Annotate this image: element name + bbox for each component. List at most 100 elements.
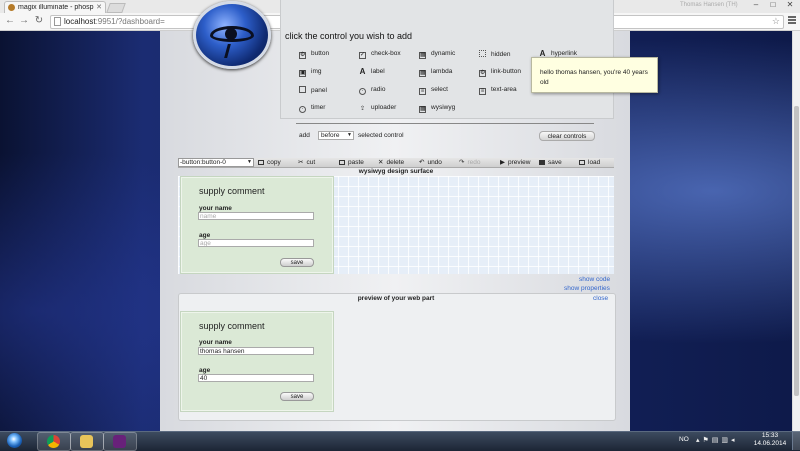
cut-button[interactable]: ✂ cut	[298, 158, 315, 167]
show-properties-link[interactable]: show properties	[564, 285, 610, 292]
control-label: text-area	[491, 86, 517, 93]
page-icon	[54, 17, 61, 26]
control-label: select	[431, 86, 448, 93]
control-label: hyperlink	[551, 50, 578, 57]
add-timer-control[interactable]: · timer	[299, 104, 325, 113]
profile-label[interactable]: Thomas Hansen (TH)	[680, 2, 738, 8]
back-icon[interactable]: ←	[4, 15, 16, 27]
greeting-tooltip: hello thomas hansen, you're 40 years old	[531, 57, 658, 93]
grid-icon: ▦	[419, 52, 426, 59]
show-desktop-button[interactable]	[792, 431, 800, 450]
printer-icon[interactable]: ▤	[712, 437, 722, 444]
load-label: load	[588, 159, 601, 166]
design-save-button[interactable]: save	[280, 258, 314, 267]
tray-icons[interactable]: ▴⚑▤▥◂	[696, 436, 738, 444]
copy-icon	[258, 159, 264, 165]
design-name-input[interactable]: name	[198, 212, 314, 220]
add-select-control[interactable]: ≡ select	[419, 86, 448, 95]
add-label-control[interactable]: Alabel	[359, 68, 385, 76]
start-button[interactable]	[2, 431, 28, 450]
undo-icon: ↶	[419, 159, 425, 166]
add-label: add	[299, 132, 310, 139]
control-label: link-button	[491, 68, 521, 75]
load-button[interactable]: load	[579, 158, 600, 167]
add-img-control[interactable]: ▣ img	[299, 68, 321, 77]
add-checkbox-control[interactable]: ✓ check-box	[359, 50, 401, 59]
paste-label: paste	[348, 159, 364, 166]
add-radio-control[interactable]: · radio	[359, 86, 385, 95]
play-icon: ▶	[500, 159, 505, 166]
font-icon: A	[359, 67, 366, 76]
url-text: localhost:9951/?dashboard=	[64, 17, 165, 26]
add-text-area-control[interactable]: ≡ text-area	[479, 86, 517, 95]
design-age-input[interactable]: age	[198, 239, 314, 247]
redo-button[interactable]: ↷ redo	[459, 158, 480, 167]
folder-icon	[80, 435, 93, 448]
clear-controls-button[interactable]: clear controls	[539, 131, 595, 141]
tab-favicon-icon	[8, 4, 15, 11]
add-dynamic-control[interactable]: ▦ dynamic	[419, 50, 455, 59]
reload-icon[interactable]: ↻	[33, 15, 45, 27]
tab-close-icon[interactable]: ✕	[96, 3, 102, 11]
save-design-button[interactable]: save	[539, 158, 562, 167]
add-hidden-control[interactable]: hidden	[479, 50, 511, 58]
textarea-icon: ≡	[479, 88, 486, 95]
position-select[interactable]: before ▼	[318, 131, 354, 140]
show-code-link[interactable]: show code	[579, 276, 610, 283]
window-close-icon[interactable]: ✕	[782, 0, 798, 10]
taskbar-chrome[interactable]	[37, 432, 71, 451]
add-button-control[interactable]: ⚙ button	[299, 50, 329, 59]
component-select[interactable]: -button:button-0 ▼	[178, 158, 254, 167]
add-uploader-control[interactable]: ⇪ uploader	[359, 104, 396, 114]
clock[interactable]: 15:33 14.06.2014	[752, 432, 788, 448]
forward-icon[interactable]: →	[18, 15, 30, 27]
clock-icon: ·	[299, 106, 306, 113]
tab-title: magix illuminate - phosph	[18, 4, 94, 11]
delete-icon: ✕	[378, 159, 384, 166]
network-icon[interactable]: ▥	[721, 437, 731, 444]
undo-button[interactable]: ↶ undo	[419, 158, 442, 167]
copy-button[interactable]: copy	[258, 158, 281, 167]
flag-icon[interactable]: ⚑	[703, 437, 712, 444]
control-label: img	[311, 68, 322, 75]
scissors-icon: ✂	[298, 159, 304, 166]
add-lambda-control[interactable]: ▦ lambda	[419, 68, 452, 77]
paste-button[interactable]: paste	[339, 158, 364, 167]
preview-button[interactable]: ▶ preview	[500, 158, 530, 167]
redo-icon: ↷	[459, 159, 465, 166]
taskbar-explorer[interactable]	[70, 432, 104, 451]
control-label: radio	[371, 86, 386, 93]
delete-label: delete	[386, 159, 405, 166]
gear-icon: ⚙	[299, 52, 306, 59]
minimize-icon[interactable]: –	[748, 0, 764, 10]
chevron-down-icon: ▼	[347, 132, 352, 138]
age-label: age	[199, 232, 211, 239]
add-wysiwyg-control[interactable]: ▦ wysiwyg	[419, 104, 455, 113]
taskbar-visual-studio[interactable]	[103, 432, 137, 451]
widget-title: supply comment	[199, 186, 265, 196]
chrome-menu-icon[interactable]	[787, 15, 797, 27]
preview-name-input[interactable]: thomas hansen	[198, 347, 314, 355]
control-label: dynamic	[431, 50, 456, 57]
preview-age-input[interactable]: 40	[198, 374, 314, 382]
design-surface-title: wysiwyg design surface	[358, 168, 434, 175]
close-preview-link[interactable]: close	[593, 295, 608, 302]
clock-time: 15:33	[761, 432, 779, 439]
preview-save-button[interactable]: save	[280, 392, 314, 401]
visual-studio-icon	[113, 435, 126, 448]
volume-icon[interactable]: ◂	[731, 437, 738, 444]
language-indicator[interactable]: NO	[679, 436, 689, 443]
preview-name-label: your name	[199, 339, 232, 346]
chevron-down-icon: ▼	[247, 159, 252, 165]
add-link-button-control[interactable]: ⚙ link-button	[479, 68, 521, 77]
control-label: panel	[311, 87, 327, 94]
folder-icon	[579, 159, 585, 165]
page-scrollbar[interactable]	[792, 31, 800, 431]
control-label: timer	[311, 104, 326, 111]
bookmark-star-icon[interactable]: ☆	[772, 16, 780, 27]
add-panel-control[interactable]: panel	[299, 86, 327, 94]
redo-label: redo	[467, 159, 481, 166]
delete-button[interactable]: ✕ delete	[378, 158, 404, 167]
scrollbar-thumb[interactable]	[794, 106, 799, 396]
maximize-icon[interactable]: □	[765, 0, 781, 10]
